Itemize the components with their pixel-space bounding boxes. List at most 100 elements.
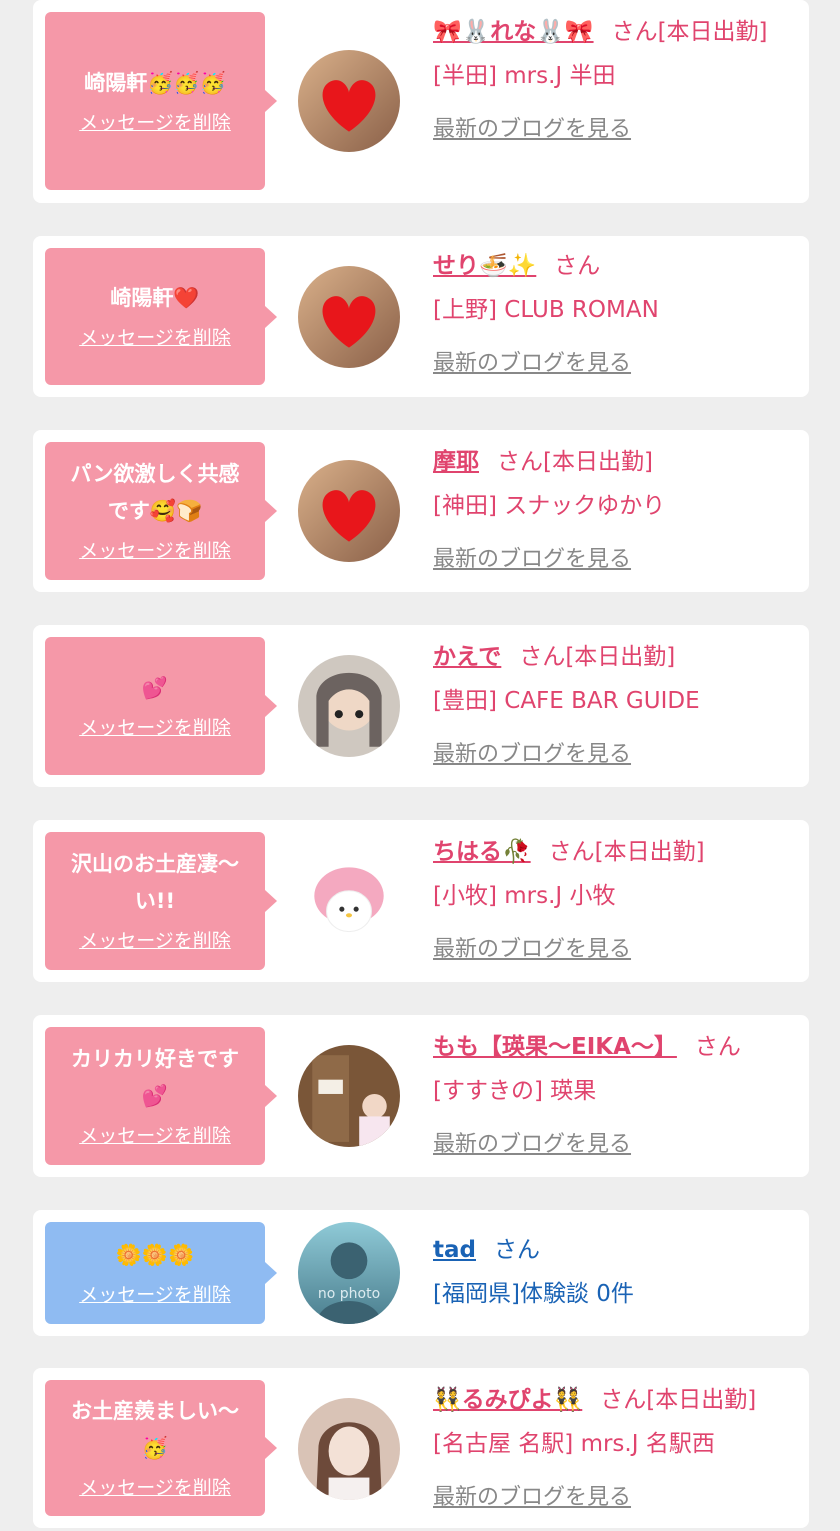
shop-info: [すすきの] 瑛果 [433, 1078, 597, 1104]
avatar-caption: no photo [317, 1286, 381, 1302]
message-text: パン欲激しく共感 です🥰🍞 [70, 456, 239, 530]
sender-line: もも【瑛果〜EIKA〜】 さん [433, 1025, 797, 1069]
sender-suffix: さん [554, 253, 601, 279]
sender-name-link[interactable]: せり🍜✨ [433, 253, 536, 279]
avatar[interactable]: no photo [298, 1222, 400, 1324]
message-line: 崎陽軒🥳🥳🥳 [84, 70, 226, 95]
message-bubble: 崎陽軒🥳🥳🥳 メッセージを削除 [45, 12, 277, 190]
sender-info: 👯るみぴよ👯 さん[本日出勤] [名古屋 名駅] mrs.J 名駅西最新のブログを見… [433, 1378, 797, 1520]
message-card: 💕 メッセージを削除 かえで さん[本日出勤] [豊田] CAFE BAR GUIDE 最… [33, 625, 809, 787]
sender-suffix: さん[本日出勤] [600, 1387, 757, 1413]
message-line: カリカリ好きです [71, 1047, 239, 1071]
message-card: 沢山のお土産凄〜 い!! メッセージを削除 ちはる🥀 さん[本日出勤] [小牧] mrs.… [33, 820, 809, 982]
message-bubble: 🌼🌼🌼 メッセージを削除 [45, 1222, 277, 1324]
message-text: 沢山のお土産凄〜 い!! [71, 846, 239, 920]
sender-line: tad さん [433, 1228, 797, 1272]
sender-info: ちはる🥀 さん[本日出勤] [小牧] mrs.J 小牧最新のブログを見る [433, 830, 797, 972]
sender-suffix: さん [493, 1237, 540, 1263]
latest-blog-link[interactable]: 最新のブログを見る [433, 928, 631, 972]
sender-line: 🎀🐰れな🐰🎀 さん[本日出勤] [433, 10, 797, 54]
sender-name-link[interactable]: ちはる🥀 [433, 839, 531, 865]
sender-line: ちはる🥀 さん[本日出勤] [433, 830, 797, 874]
sender-suffix: さん [694, 1034, 741, 1060]
message-card: 崎陽軒❤️ メッセージを削除 せり🍜✨ さん [上野] CLUB ROMAN 最新のブログ… [33, 236, 809, 397]
message-card: お土産羨ましい〜 🥳 メッセージを削除 👯るみぴよ👯 さん[本日出勤] [名古屋 名駅] … [33, 1368, 809, 1528]
message-line: 💕 [141, 1084, 169, 1108]
shop-info: [半田] mrs.J 半田 [433, 63, 616, 89]
sender-name-link[interactable]: もも【瑛果〜EIKA〜】 [433, 1034, 677, 1060]
shop-info: [小牧] mrs.J 小牧 [433, 883, 616, 909]
shop-info: [神田] スナックゆかり [433, 493, 666, 519]
sender-name-link[interactable]: 👯るみぴよ👯 [433, 1387, 582, 1413]
sender-line: 摩耶 さん[本日出勤] [433, 440, 797, 484]
message-line: 🌼🌼🌼 [115, 1242, 195, 1267]
delete-message-link[interactable]: メッセージを削除 [79, 108, 231, 138]
message-line: 崎陽軒❤️ [110, 286, 200, 310]
sender-info: tad さん [福岡県]体験談 0件 [433, 1228, 797, 1316]
latest-blog-link[interactable]: 最新のブログを見る [433, 108, 631, 152]
avatar[interactable] [298, 50, 400, 152]
message-line: お土産羨ましい〜 [71, 1399, 239, 1423]
sender-line: せり🍜✨ さん [433, 244, 797, 288]
sender-info: せり🍜✨ さん [上野] CLUB ROMAN 最新のブログを見る [433, 244, 797, 386]
avatar[interactable] [298, 655, 400, 757]
sender-info: かえで さん[本日出勤] [豊田] CAFE BAR GUIDE 最新のブログを見る [433, 635, 797, 777]
shop-info: [名古屋 名駅] mrs.J 名駅西 [433, 1431, 715, 1457]
message-card: 崎陽軒🥳🥳🥳 メッセージを削除 🎀🐰れな🐰🎀 さん[本日出勤] [半田] mrs.J 半… [33, 0, 809, 203]
shop-info: [上野] CLUB ROMAN [433, 297, 659, 323]
avatar[interactable] [298, 460, 400, 562]
message-text: 💕 [142, 670, 168, 707]
avatar[interactable] [298, 850, 400, 952]
sender-info: 摩耶 さん[本日出勤] [神田] スナックゆかり最新のブログを見る [433, 440, 797, 582]
delete-message-link[interactable]: メッセージを削除 [79, 323, 231, 353]
sender-name-link[interactable]: tad [433, 1237, 476, 1263]
message-bubble: 崎陽軒❤️ メッセージを削除 [45, 248, 277, 385]
avatar[interactable] [298, 1045, 400, 1147]
delete-message-link[interactable]: メッセージを削除 [79, 1473, 231, 1503]
latest-blog-link[interactable]: 最新のブログを見る [433, 538, 631, 582]
sender-name-link[interactable]: かえで [433, 644, 501, 670]
sender-suffix: さん[本日出勤] [611, 19, 768, 45]
delete-message-link[interactable]: メッセージを削除 [79, 1280, 231, 1310]
latest-blog-link[interactable]: 最新のブログを見る [433, 1476, 631, 1520]
message-line: 沢山のお土産凄〜 [71, 852, 239, 876]
sender-name-link[interactable]: 🎀🐰れな🐰🎀 [433, 19, 594, 45]
shop-info: [福岡県]体験談 0件 [433, 1281, 634, 1307]
message-bubble: 沢山のお土産凄〜 い!! メッセージを削除 [45, 832, 277, 970]
message-text: カリカリ好きです 💕 [71, 1041, 239, 1115]
message-bubble: 💕 メッセージを削除 [45, 637, 277, 775]
message-card: パン欲激しく共感 です🥰🍞 メッセージを削除 摩耶 さん[本日出勤] [神田] スナックゆ… [33, 430, 809, 592]
message-text: お土産羨ましい〜 🥳 [71, 1393, 239, 1467]
sender-line: 👯るみぴよ👯 さん[本日出勤] [433, 1378, 797, 1422]
message-text: 崎陽軒🥳🥳🥳 [84, 65, 225, 102]
message-list: 崎陽軒🥳🥳🥳 メッセージを削除 🎀🐰れな🐰🎀 さん[本日出勤] [半田] mrs.J 半… [0, 0, 840, 1531]
message-line: パン欲激しく共感 [70, 462, 240, 486]
message-line: 🥳 [141, 1436, 169, 1460]
message-card: 🌼🌼🌼 メッセージを削除 no photo tad さん [福岡県]体験談 0件 [33, 1210, 809, 1336]
delete-message-link[interactable]: メッセージを削除 [79, 536, 231, 566]
sender-name-link[interactable]: 摩耶 [433, 449, 479, 475]
sender-line: かえで さん[本日出勤] [433, 635, 797, 679]
avatar[interactable] [298, 1398, 400, 1500]
message-bubble: カリカリ好きです 💕 メッセージを削除 [45, 1027, 277, 1165]
sender-suffix: さん[本日出勤] [519, 644, 676, 670]
message-text: 崎陽軒❤️ [110, 280, 199, 317]
avatar[interactable] [298, 266, 400, 368]
shop-info: [豊田] CAFE BAR GUIDE [433, 688, 700, 714]
message-line: 💕 [141, 675, 169, 700]
latest-blog-link[interactable]: 最新のブログを見る [433, 1123, 631, 1167]
delete-message-link[interactable]: メッセージを削除 [79, 926, 231, 956]
delete-message-link[interactable]: メッセージを削除 [79, 1121, 231, 1151]
message-bubble: お土産羨ましい〜 🥳 メッセージを削除 [45, 1380, 277, 1516]
sender-suffix: さん[本日出勤] [548, 839, 705, 865]
latest-blog-link[interactable]: 最新のブログを見る [433, 342, 631, 386]
sender-suffix: さん[本日出勤] [497, 449, 653, 475]
sender-info: もも【瑛果〜EIKA〜】 さん [すすきの] 瑛果最新のブログを見る [433, 1025, 797, 1167]
message-card: カリカリ好きです 💕 メッセージを削除 もも【瑛果〜EIKA〜】 さん [すすきの] 瑛果… [33, 1015, 809, 1177]
delete-message-link[interactable]: メッセージを削除 [79, 713, 231, 743]
sender-info: 🎀🐰れな🐰🎀 さん[本日出勤] [半田] mrs.J 半田最新のブログを見る [433, 10, 797, 152]
latest-blog-link[interactable]: 最新のブログを見る [433, 733, 631, 777]
message-bubble: パン欲激しく共感 です🥰🍞 メッセージを削除 [45, 442, 277, 580]
message-text: 🌼🌼🌼 [116, 1237, 194, 1274]
message-line: い!! [134, 889, 176, 913]
